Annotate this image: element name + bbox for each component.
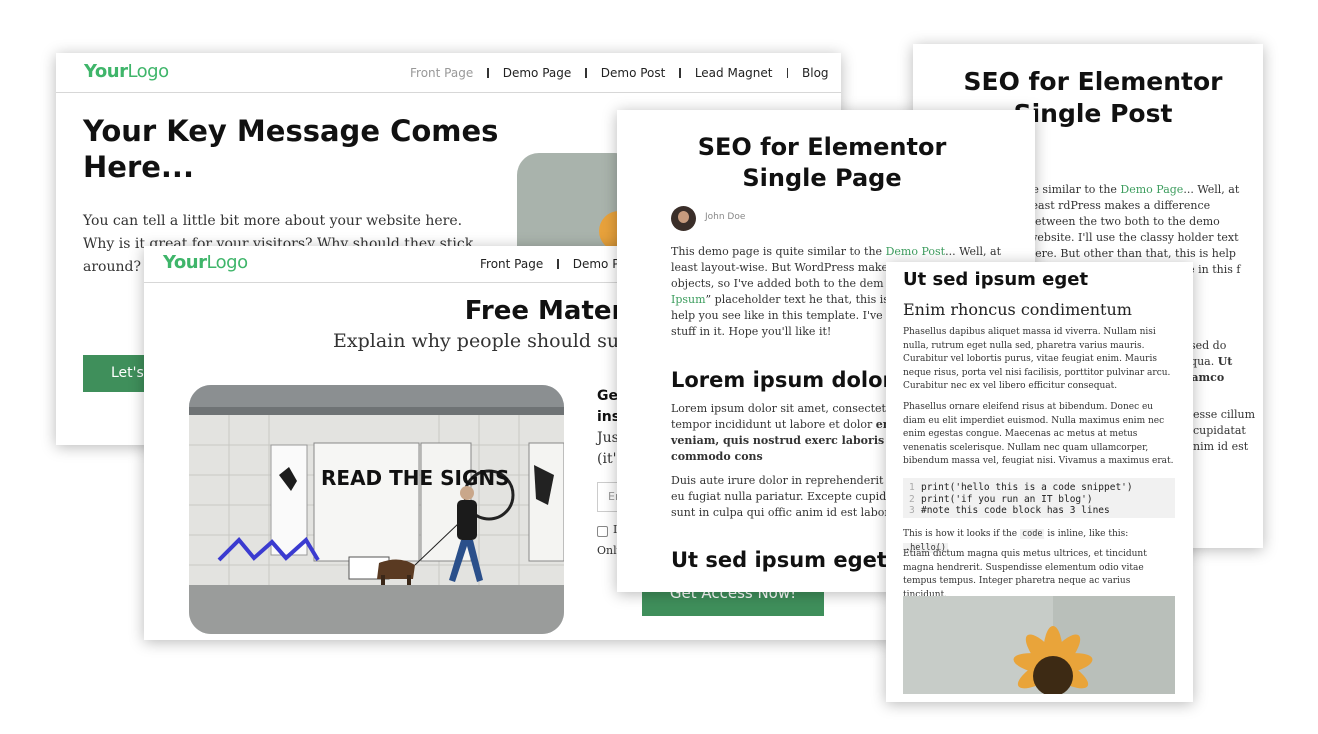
nav-divider — [557, 259, 559, 269]
content-subheading: Enim rhoncus condimentum — [903, 300, 1132, 319]
nav-divider — [585, 68, 587, 78]
front-page-header: YourLogo Front Page Demo Page Demo Post … — [56, 53, 841, 93]
street-photo-illustration: READ THE SIGNS — [189, 385, 564, 634]
content-heading: Ut sed ipsum eget — [903, 269, 1089, 290]
blog-content-screenshot: Ut sed ipsum eget Enim rhoncus condiment… — [886, 262, 1193, 702]
site-logo[interactable]: YourLogo — [84, 61, 169, 82]
code-block: 1 print('hello this is a code snippet') 2… — [903, 478, 1175, 518]
nav-divider — [487, 68, 489, 78]
page-title: SEO for Elementor Single Page — [697, 133, 947, 192]
lead-magnet-subtitle: Explain why people should su — [333, 330, 620, 352]
nav-front-page[interactable]: Front Page — [480, 257, 543, 271]
nav-front-page[interactable]: Front Page — [410, 66, 473, 80]
nav-lead-magnet[interactable]: Lead Magnet — [695, 66, 773, 80]
demo-post-link[interactable]: Demo Post — [886, 245, 946, 258]
sunflower-illustration — [903, 596, 1175, 694]
nav-divider — [786, 68, 788, 78]
section-heading-2: Ut sed ipsum eget — [671, 548, 887, 572]
hero-title: Your Key Message Comes Here... — [83, 114, 499, 184]
avatar-face — [678, 211, 689, 223]
street-photo: READ THE SIGNS — [189, 385, 564, 634]
content-paragraph-2: Phasellus ornare eleifend risus at biben… — [903, 402, 1174, 466]
author-name[interactable]: John Doe — [705, 212, 745, 222]
graffiti-text: READ THE SIGNS — [321, 466, 510, 490]
sunflower-image — [903, 596, 1175, 694]
inline-code: code — [1019, 529, 1045, 539]
author-avatar — [671, 206, 696, 231]
section-heading: Lorem ipsum dolor s — [671, 368, 913, 392]
content-paragraph-3: Etiam dictum magna quis metus ultrices, … — [903, 549, 1147, 600]
nav-demo-page[interactable]: Demo Page — [503, 66, 572, 80]
nav-demo-post[interactable]: Demo Post — [601, 66, 666, 80]
post-paragraph-fragment-2: esse cillum cupidatat nim id est — [1193, 408, 1256, 453]
consent-checkbox[interactable] — [597, 526, 608, 537]
post-paragraph-fragment: , sed do liqua. Ut llamco — [1183, 339, 1233, 384]
main-nav: Front Page Demo Page Demo Post Lead Magn… — [410, 66, 829, 80]
site-logo[interactable]: YourLogo — [163, 252, 248, 273]
content-paragraph: Phasellus dapibus aliquet massa id viver… — [903, 327, 1171, 391]
nav-divider — [679, 68, 681, 78]
nav-blog[interactable]: Blog — [802, 66, 829, 80]
demo-page-link[interactable]: Demo Page — [1120, 183, 1183, 196]
main-nav: Front Page Demo Pag — [480, 257, 634, 271]
